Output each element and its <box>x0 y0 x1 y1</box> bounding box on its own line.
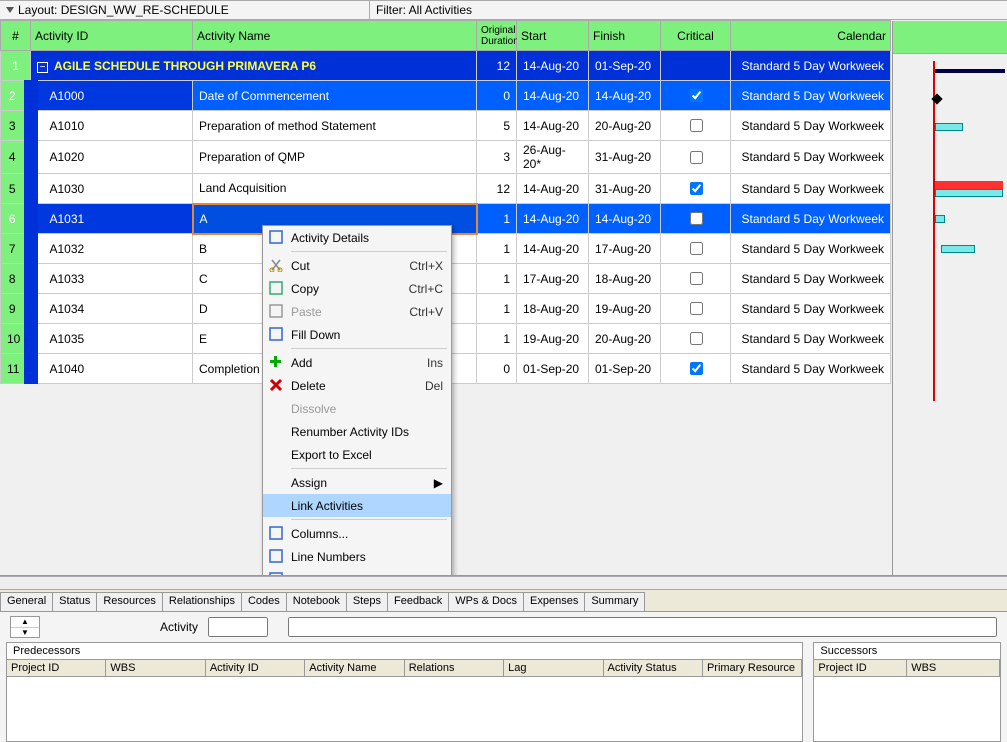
col-start[interactable]: Start <box>517 21 589 51</box>
tab-resources[interactable]: Resources <box>96 592 163 611</box>
critical-checkbox[interactable] <box>690 151 703 164</box>
submenu-arrow-icon: ▶ <box>434 476 443 490</box>
critical-checkbox[interactable] <box>690 182 703 195</box>
gantt-panel[interactable] <box>892 21 1007 581</box>
copy-icon <box>269 281 285 297</box>
predecessors-box[interactable]: Predecessors Project IDWBSActivity IDAct… <box>6 642 803 742</box>
collapse-icon[interactable]: − <box>37 62 48 73</box>
filter-cell[interactable]: Filter: All Activities <box>370 1 472 19</box>
filter-label: Filter: All Activities <box>376 3 472 17</box>
tab-codes[interactable]: Codes <box>241 592 287 611</box>
tab-status[interactable]: Status <box>52 592 97 611</box>
pred-col[interactable]: Project ID <box>7 660 106 676</box>
layout-bar: Layout: DESIGN_WW_RE-SCHEDULE Filter: Al… <box>0 0 1007 20</box>
tab-feedback[interactable]: Feedback <box>387 592 449 611</box>
gantt-bar <box>935 123 963 131</box>
col-duration[interactable]: Original Duration <box>477 21 517 51</box>
predecessors-title: Predecessors <box>7 643 802 660</box>
pred-col[interactable]: Relations <box>405 660 504 676</box>
pred-col[interactable]: Primary Resource <box>703 660 802 676</box>
critical-checkbox[interactable] <box>690 302 703 315</box>
table-row[interactable]: 3 A1010 Preparation of method Statement … <box>1 111 891 141</box>
activity-name-input[interactable] <box>288 617 997 637</box>
tab-notebook[interactable]: Notebook <box>286 592 347 611</box>
menu-cut[interactable]: CutCtrl+X <box>263 254 451 277</box>
gantt-bar-critical <box>935 181 1003 189</box>
tab-expenses[interactable]: Expenses <box>523 592 585 611</box>
menu-paste: PasteCtrl+V <box>263 300 451 323</box>
tab-summary[interactable]: Summary <box>584 592 645 611</box>
gantt-header <box>893 21 1007 54</box>
col-calendar[interactable]: Calendar <box>731 21 891 51</box>
row-stepper[interactable]: ▲▼ <box>10 616 40 638</box>
menu-link-activities[interactable]: Link Activities <box>263 494 451 517</box>
col-activity-name[interactable]: Activity Name <box>193 21 477 51</box>
col-num[interactable]: # <box>1 21 31 51</box>
hash-icon <box>269 549 285 565</box>
menu-line-numbers[interactable]: Line Numbers <box>263 545 451 568</box>
critical-checkbox[interactable] <box>690 212 703 225</box>
menu-columns-[interactable]: Columns... <box>263 522 451 545</box>
paste-icon <box>269 304 285 320</box>
tab-relationships[interactable]: Relationships <box>162 592 242 611</box>
pred-col[interactable]: Activity ID <box>206 660 305 676</box>
menu-export-to-excel[interactable]: Export to Excel <box>263 443 451 466</box>
details-icon <box>269 230 285 246</box>
critical-checkbox[interactable] <box>690 89 703 102</box>
gantt-bar <box>935 215 945 223</box>
activity-label: Activity <box>160 620 198 634</box>
layout-label: Layout: DESIGN_WW_RE-SCHEDULE <box>18 3 229 17</box>
menu-add[interactable]: AddIns <box>263 351 451 374</box>
horizontal-splitter[interactable] <box>0 576 1007 590</box>
detail-tabs[interactable]: GeneralStatusResourcesRelationshipsCodes… <box>0 590 1007 612</box>
activity-id-input[interactable] <box>208 617 268 637</box>
wbs-row[interactable]: 1 −AGILE SCHEDULE THROUGH PRIMAVERA P6 1… <box>1 51 891 81</box>
pred-col[interactable]: Activity Status <box>604 660 703 676</box>
table-row[interactable]: 2 A1000 Date of Commencement 014-Aug-201… <box>1 81 891 111</box>
data-date-line <box>933 61 935 401</box>
filldown-icon <box>269 327 285 343</box>
menu-delete[interactable]: DeleteDel <box>263 374 451 397</box>
critical-checkbox[interactable] <box>690 272 703 285</box>
menu-copy[interactable]: CopyCtrl+C <box>263 277 451 300</box>
columns-icon <box>269 526 285 542</box>
col-finish[interactable]: Finish <box>589 21 661 51</box>
successors-box[interactable]: Successors Project IDWBS <box>813 642 1001 742</box>
successors-title: Successors <box>814 643 1000 660</box>
critical-checkbox[interactable] <box>690 119 703 132</box>
menu-renumber-activity-ids[interactable]: Renumber Activity IDs <box>263 420 451 443</box>
succ-col[interactable]: WBS <box>907 660 1000 676</box>
table-row[interactable]: 4 A1020 Preparation of QMP 326-Aug-20*31… <box>1 141 891 174</box>
col-activity-id[interactable]: Activity ID <box>31 21 193 51</box>
tab-steps[interactable]: Steps <box>346 592 388 611</box>
table-row[interactable]: 5 A1030 Land Acquisition 1214-Aug-2031-A… <box>1 174 891 204</box>
gantt-bar <box>935 189 1003 197</box>
succ-col[interactable]: Project ID <box>814 660 907 676</box>
gantt-summary-bar <box>935 69 1005 73</box>
details-panel: GeneralStatusResourcesRelationshipsCodes… <box>0 575 1007 741</box>
delete-icon <box>269 378 285 394</box>
gantt-bar <box>941 245 975 253</box>
add-icon <box>269 355 285 371</box>
menu-fill-down[interactable]: Fill Down <box>263 323 451 346</box>
pred-col[interactable]: Lag <box>504 660 603 676</box>
col-critical[interactable]: Critical <box>661 21 731 51</box>
menu-dissolve: Dissolve <box>263 397 451 420</box>
menu-activity-details[interactable]: Activity Details <box>263 226 451 249</box>
critical-checkbox[interactable] <box>690 362 703 375</box>
menu-assign[interactable]: Assign▶ <box>263 471 451 494</box>
layout-cell[interactable]: Layout: DESIGN_WW_RE-SCHEDULE <box>0 1 370 19</box>
critical-checkbox[interactable] <box>690 332 703 345</box>
tab-general[interactable]: General <box>0 592 53 611</box>
tab-wps-docs[interactable]: WPs & Docs <box>448 592 524 611</box>
pred-col[interactable]: WBS <box>106 660 205 676</box>
chevron-down-icon <box>6 7 14 13</box>
critical-checkbox[interactable] <box>690 242 703 255</box>
cut-icon <box>269 258 285 274</box>
pred-col[interactable]: Activity Name <box>305 660 404 676</box>
